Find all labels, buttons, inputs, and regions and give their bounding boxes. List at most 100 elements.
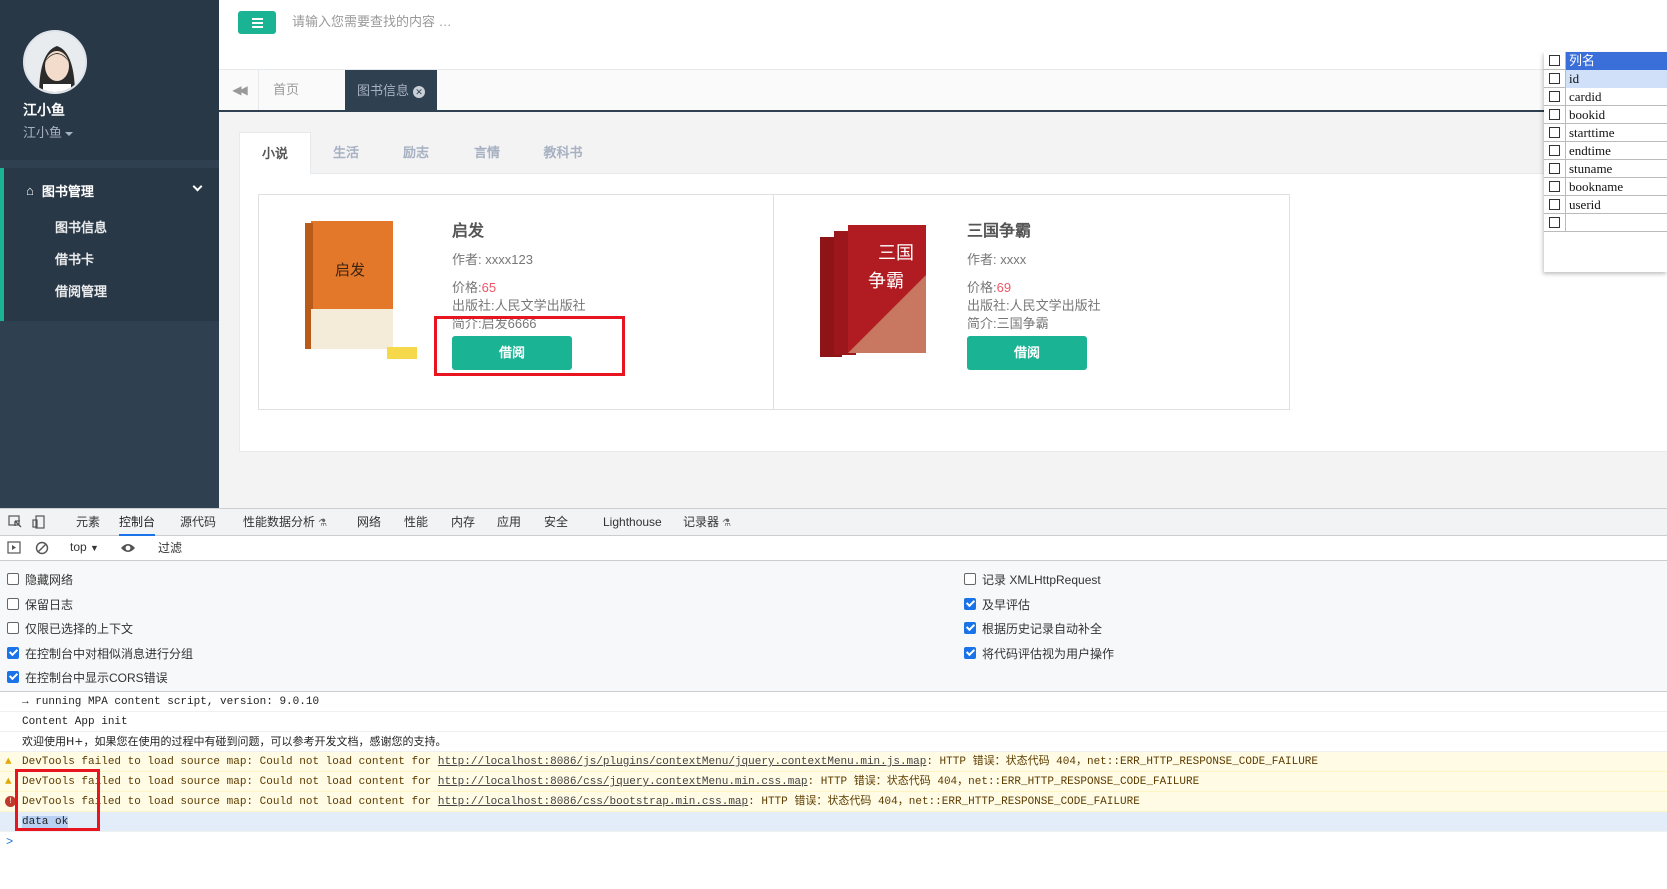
sidebar-item-book-info[interactable]: 图书信息 (4, 212, 219, 244)
column-option[interactable]: stuname (1544, 159, 1667, 178)
tab-console[interactable]: 控制台 (119, 509, 156, 536)
column-option[interactable]: bookname (1544, 177, 1667, 196)
home-icon: ⌂ (26, 182, 34, 198)
nav-group-header[interactable]: ⌂ 图书管理 (4, 168, 219, 212)
checkbox-icon[interactable] (1549, 217, 1560, 228)
user-role-dropdown[interactable]: 江小鱼 (23, 122, 219, 141)
setting-selected-context-only[interactable]: 仅限已选择的上下文 (7, 620, 133, 636)
column-picker-popup: 列名 id cardid bookid starttime endtime st… (1544, 51, 1667, 272)
menu-toggle-button[interactable] (238, 11, 276, 34)
tab-performance[interactable]: 性能 (404, 509, 428, 536)
setting-eager-evaluation[interactable]: 及早评估 (964, 596, 1030, 612)
device-toolbar-icon[interactable] (32, 515, 47, 529)
console-filter-input[interactable] (158, 539, 458, 557)
console-toolbar: top ▼ (0, 536, 1667, 561)
setting-hide-network[interactable]: 隐藏网络 (7, 571, 73, 587)
column-option[interactable] (1544, 213, 1667, 232)
book-cover-image: 启发 (305, 221, 417, 359)
context-selector[interactable]: top ▼ (70, 540, 99, 554)
column-option[interactable]: endtime (1544, 141, 1667, 160)
checkbox-icon[interactable] (1549, 55, 1560, 66)
checkbox-checked[interactable] (7, 647, 19, 659)
tab-security[interactable]: 安全 (544, 509, 568, 536)
tab-book-info[interactable]: 图书信息 ✕ (345, 70, 438, 112)
checkbox-icon[interactable] (1549, 109, 1560, 120)
setting-preserve-log[interactable]: 保留日志 (7, 596, 73, 612)
tab-elements[interactable]: 元素 (76, 509, 100, 536)
checkbox-icon[interactable] (1549, 145, 1560, 156)
caret-down-icon (65, 131, 74, 136)
borrow-button[interactable]: 借阅 (452, 336, 572, 370)
checkbox[interactable] (7, 598, 19, 610)
setting-eval-user-gesture[interactable]: 将代码评估视为用户操作 (964, 645, 1114, 661)
column-picker-header[interactable]: 列名 (1544, 51, 1667, 70)
user-role-label: 江小鱼 (23, 125, 63, 140)
top-bar (219, 0, 1667, 70)
console-line: → running MPA content script, version: 9… (0, 692, 1667, 712)
checkbox-checked[interactable] (964, 622, 976, 634)
column-option[interactable]: bookid (1544, 105, 1667, 124)
book-price: 价格:65 (452, 280, 497, 295)
checkbox-checked[interactable] (7, 671, 19, 683)
book-author: 作者: xxxx (967, 252, 1027, 267)
tab-sources[interactable]: 源代码 (180, 509, 216, 536)
tab-application[interactable]: 应用 (497, 509, 521, 536)
book-intro: 简介:启发6666 (452, 316, 537, 331)
tab-romance[interactable]: 言情 (451, 132, 523, 174)
book-card: 启发 启发 作者: xxxx123 价格:65 出版社:人民文学出版社 简介:启… (258, 194, 775, 410)
checkbox[interactable] (964, 573, 976, 585)
inspect-element-icon[interactable] (8, 515, 23, 529)
column-option[interactable]: starttime (1544, 123, 1667, 142)
tab-life[interactable]: 生活 (310, 132, 382, 174)
page-content: 小说 生活 励志 言情 教科书 启发 启发 作者: xxxx123 价格:65 … (219, 112, 1667, 508)
checkbox-icon[interactable] (1549, 127, 1560, 138)
checkbox-icon[interactable] (1549, 91, 1560, 102)
close-icon[interactable]: ✕ (413, 85, 426, 98)
setting-autocomplete-history[interactable]: 根据历史记录自动补全 (964, 620, 1102, 636)
source-map-link[interactable]: http://localhost:8086/css/bootstrap.min.… (438, 796, 748, 808)
tab-inspirational[interactable]: 励志 (380, 132, 452, 174)
tab-memory[interactable]: 内存 (451, 509, 475, 536)
tab-network[interactable]: 网络 (357, 509, 381, 536)
setting-show-cors-errors[interactable]: 在控制台中显示CORS错误 (7, 669, 168, 685)
avatar[interactable] (23, 30, 87, 94)
book-author: 作者: xxxx123 (452, 252, 533, 267)
console-log-line[interactable]: data ok (0, 812, 1667, 832)
tab-textbook[interactable]: 教科书 (527, 132, 599, 174)
tab-home[interactable]: 首页 (273, 70, 299, 110)
console-output: → running MPA content script, version: 9… (0, 692, 1667, 852)
clear-console-icon[interactable] (35, 541, 49, 555)
borrow-button[interactable]: 借阅 (967, 336, 1087, 370)
tab-performance-insights[interactable]: 性能数据分析 ⚗ (243, 509, 327, 536)
tab-novel[interactable]: 小说 (239, 132, 311, 175)
devtools-tabs: 元素 控制台 源代码 性能数据分析 ⚗ 网络 性能 内存 应用 安全 Lighth… (0, 509, 1667, 536)
checkbox[interactable] (7, 622, 19, 634)
error-icon: ! (5, 796, 16, 807)
scroll-left-icon[interactable]: ◀◀ (219, 70, 259, 110)
source-map-link[interactable]: http://localhost:8086/css/jquery.context… (438, 776, 808, 788)
console-prompt[interactable]: > (0, 832, 1667, 852)
checkbox-checked[interactable] (964, 598, 976, 610)
checkbox-checked[interactable] (964, 647, 976, 659)
sidebar-item-borrow-management[interactable]: 借阅管理 (4, 276, 219, 308)
sidebar-item-library-card[interactable]: 借书卡 (4, 244, 219, 276)
tab-lighthouse[interactable]: Lighthouse (603, 509, 662, 536)
checkbox[interactable] (7, 573, 19, 585)
live-expression-eye-icon[interactable] (120, 542, 136, 554)
source-map-link[interactable]: http://localhost:8086/js/plugins/context… (438, 756, 926, 768)
console-error: ! DevTools failed to load source map: Cou… (0, 792, 1667, 812)
setting-log-xhr[interactable]: 记录 XMLHttpRequest (964, 571, 1101, 587)
column-option[interactable]: cardid (1544, 87, 1667, 106)
column-option[interactable]: userid (1544, 195, 1667, 214)
column-option[interactable]: id (1544, 69, 1667, 88)
search-input[interactable] (292, 14, 692, 29)
book-list: 启发 启发 作者: xxxx123 价格:65 出版社:人民文学出版社 简介:启… (239, 174, 1667, 452)
warning-icon: ▲ (5, 776, 12, 788)
setting-group-similar[interactable]: 在控制台中对相似消息进行分组 (7, 645, 193, 661)
checkbox-icon[interactable] (1549, 163, 1560, 174)
checkbox-icon[interactable] (1549, 181, 1560, 192)
tab-recorder[interactable]: 记录器 ⚗ (683, 509, 731, 536)
checkbox-icon[interactable] (1549, 73, 1560, 84)
checkbox-icon[interactable] (1549, 199, 1560, 210)
sidebar-toggle-icon[interactable] (7, 541, 21, 554)
